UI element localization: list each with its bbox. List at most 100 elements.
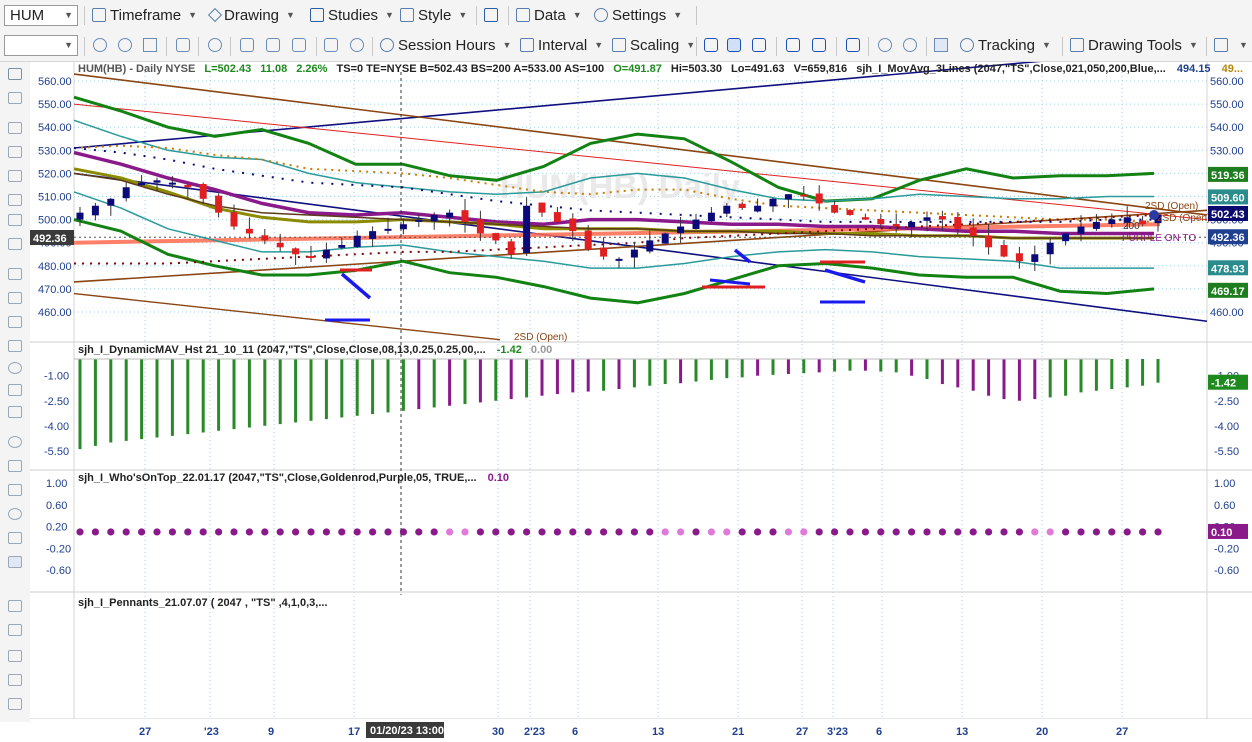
candle-body [461,210,469,222]
wrench-icon[interactable] [8,122,22,134]
refresh-icon[interactable] [93,38,107,52]
wot-dot [815,528,823,536]
bar-chart-icon[interactable] [704,38,718,52]
crosshair-price-label: 492.36 [33,233,67,245]
candle-body [1046,242,1054,255]
candle-body [661,233,669,244]
candle-body [353,235,361,247]
candle-body [815,193,823,204]
drawing-menu[interactable]: Drawing ▼ [207,4,295,26]
data-window-icon[interactable] [934,38,948,52]
format-icon[interactable] [324,38,338,52]
text-icon[interactable] [8,556,22,568]
candle-body [646,240,654,252]
arc-icon[interactable] [8,436,22,448]
pattern-icon[interactable] [292,38,306,52]
collapse-icon[interactable] [8,650,22,662]
zoom-in-icon[interactable] [878,38,892,52]
hlc-icon[interactable] [812,38,826,52]
wot-dot [91,528,99,536]
candle-body [138,182,146,186]
candle-body [831,205,839,213]
wot-dot [76,528,84,536]
data-icon [516,8,530,22]
wot-dot [1108,528,1116,536]
candle-body [615,258,623,261]
speed-lines-icon[interactable] [8,384,22,396]
pen-icon[interactable] [8,600,22,612]
ray-icon[interactable] [8,238,22,250]
ellipse-icon[interactable] [8,508,22,520]
price-tag-label: 469.17 [1211,286,1245,298]
drawing-tools-menu[interactable]: Drawing Tools ▼ [1070,34,1198,56]
pointer-icon[interactable] [8,68,22,80]
zoom-chart-icon[interactable] [176,38,190,52]
ohlc-icon[interactable] [786,38,800,52]
trendline-icon[interactable] [8,146,22,158]
link-button[interactable] [484,4,502,26]
reload-icon[interactable] [118,38,132,52]
cycle-icon[interactable] [8,362,22,374]
dmav-tick-right: -2.50 [1214,396,1239,408]
price-tick-left: 480.00 [38,261,72,273]
horizontal-line-icon[interactable] [8,170,22,182]
wot-dot [569,528,577,536]
drawing-toolbar [0,62,31,722]
data-menu[interactable]: Data ▼ [516,4,582,26]
wot-dot [784,528,793,536]
hollow-candle-icon[interactable] [752,38,766,52]
wot-dot [369,528,377,536]
interval-select[interactable]: ▼ [4,35,78,56]
up-arrow-icon[interactable] [8,484,22,496]
timeframe-menu[interactable]: Timeframe ▼ [92,4,197,26]
session-hours-menu[interactable]: Session Hours ▼ [380,34,511,56]
wot-dot [168,528,176,536]
ratio-icon[interactable] [8,406,22,418]
chart-area[interactable]: HUM(HB) Daily 2SD (Open)2SD (Open)2SD (O… [30,62,1252,742]
delete-icon[interactable] [8,698,22,710]
ma-200-label: 200 [1123,221,1140,232]
vertical-lines-icon[interactable] [8,268,22,280]
lines-icon[interactable] [8,340,22,352]
bar-study-icon[interactable] [266,38,280,52]
wot-tick-left: -0.60 [46,565,71,577]
wot-dot [107,528,115,536]
rectangle-icon[interactable] [8,532,22,544]
down-arrow-icon[interactable] [8,460,22,472]
target-marker [1149,210,1159,220]
wot-dot [322,528,330,536]
pitchfork-icon[interactable] [8,316,22,328]
time-tick: 30 [492,726,504,738]
chart-settings-icon[interactable] [350,38,364,52]
fib-icon[interactable] [8,214,22,226]
chart-analysis-menu[interactable]: ▼ [1214,34,1248,56]
style-menu[interactable]: Style ▼ [400,4,467,26]
wot-dot [923,528,931,536]
crosshair-icon[interactable] [8,92,22,104]
clock-icon[interactable] [208,38,222,52]
price-tag-label: 519.36 [1211,170,1245,182]
grid-icon[interactable] [143,38,157,52]
link-chart-icon[interactable] [846,38,860,52]
candle-body [523,205,531,253]
chart-toolbar: ▼ Session Hours ▼ Interval ▼ Scaling ▼ Trac… [0,31,1252,62]
time-tick: 9 [268,726,274,738]
symbol-input[interactable]: HUM ▼ [4,5,78,26]
line-study-icon[interactable] [240,38,254,52]
candle-body [384,228,392,231]
settings-menu[interactable]: Settings ▼ [594,4,682,26]
interval-menu[interactable]: Interval ▼ [520,34,603,56]
price-tick-right: 550.00 [1210,99,1244,111]
candlestick-icon[interactable] [727,38,741,52]
zoom-out-icon[interactable] [903,38,917,52]
edit-icon[interactable] [8,674,22,686]
tracking-menu[interactable]: Tracking ▼ [960,34,1051,56]
wot-dot [1015,528,1024,536]
studies-menu[interactable]: Studies ▼ [310,4,394,26]
wot-dot [430,528,438,536]
erase-icon[interactable] [8,624,22,636]
gann-icon[interactable] [8,292,22,304]
channel-icon[interactable] [8,194,22,206]
scaling-menu[interactable]: Scaling ▼ [612,34,695,56]
session-clock-icon [380,38,394,52]
